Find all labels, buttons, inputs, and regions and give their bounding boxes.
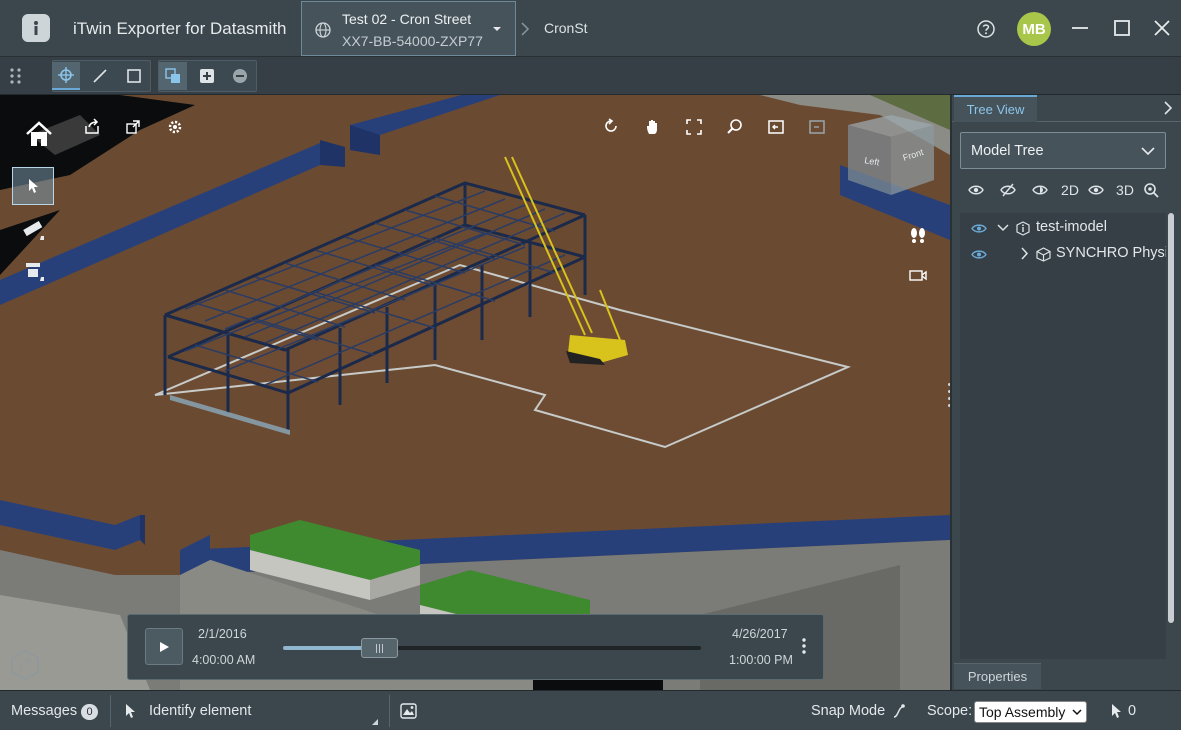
panel-tabs: Tree View — [952, 95, 1181, 122]
tree-node-label: SYNCHRO Physical — [1056, 245, 1166, 261]
snap-mode-label[interactable]: Snap Mode — [811, 703, 885, 719]
corner-resize-icon — [372, 719, 378, 725]
pan-hand-icon[interactable] — [640, 114, 666, 140]
snap-mode-icon[interactable] — [892, 703, 906, 719]
model-tree: test-imodel SYNCHRO Physical — [960, 213, 1166, 659]
timeline-track[interactable] — [283, 638, 701, 658]
more-options-icon[interactable] — [800, 636, 808, 656]
view-attributes-icon[interactable] — [400, 703, 417, 719]
hide-all-icon[interactable] — [998, 180, 1018, 200]
itwin-logo-icon — [22, 14, 50, 42]
tree-node-label: test-imodel — [1036, 219, 1107, 235]
view-3d-toggle[interactable]: 3D — [1113, 180, 1137, 200]
search-eye-icon[interactable] — [1141, 180, 1161, 200]
svg-text:i: i — [20, 662, 22, 674]
project-selector[interactable]: Test 02 - Cron Street XX7-BB-54000-ZXP77 — [301, 1, 516, 56]
timeline-end-time: 1:00:00 PM — [729, 653, 793, 667]
project-name: Test 02 - Cron Street — [342, 11, 472, 27]
play-icon — [160, 641, 169, 652]
measure-tool-icon[interactable] — [20, 216, 46, 242]
view-back-icon[interactable] — [763, 114, 789, 140]
camera-icon[interactable] — [905, 262, 931, 288]
scope-value: Top Assembly — [979, 704, 1066, 720]
imodel-icon — [1016, 221, 1030, 236]
chevron-right-icon — [520, 22, 530, 36]
timeline-scrubber[interactable] — [361, 638, 399, 658]
breadcrumb-imodel[interactable]: CronSt — [544, 20, 588, 36]
timeline-start-time: 4:00:00 AM — [192, 653, 256, 667]
app-title: iTwin Exporter for Datasmith — [73, 19, 287, 38]
itwinjs-logo-icon: i js — [8, 648, 42, 682]
timeline-end-date: 4/26/2017 — [732, 627, 788, 641]
visibility-toolbar: 2D 3D — [960, 179, 1166, 201]
project-number: XX7-BB-54000-ZXP77 — [342, 33, 483, 49]
user-avatar[interactable]: MB — [1017, 12, 1051, 46]
add-selection-icon[interactable] — [193, 62, 221, 90]
remove-selection-icon[interactable] — [226, 62, 254, 90]
help-icon[interactable] — [976, 19, 996, 39]
view-2d-toggle[interactable]: 2D — [1058, 180, 1082, 200]
chevron-down-icon — [1141, 146, 1155, 156]
title-bar: iTwin Exporter for Datasmith Test 02 - C… — [0, 0, 1181, 57]
home-icon[interactable] — [24, 119, 54, 149]
chevron-down-icon — [1072, 708, 1082, 716]
tab-properties[interactable]: Properties — [954, 663, 1041, 689]
view-cube[interactable]: Left Front — [846, 115, 936, 195]
view-forward-icon[interactable] — [804, 114, 830, 140]
main-toolbar — [0, 57, 1181, 95]
right-panel: Tree View Model Tree 2D 3D test-imodel S… — [950, 95, 1181, 690]
invert-visibility-icon[interactable] — [1030, 180, 1050, 200]
section-tool-icon[interactable] — [20, 257, 46, 283]
caret-down-icon — [492, 24, 502, 34]
tree-node-child[interactable]: SYNCHRO Physical — [960, 241, 1166, 267]
close-icon[interactable] — [1152, 18, 1172, 38]
tree-type-value: Model Tree — [971, 143, 1044, 159]
show-all-icon[interactable] — [966, 180, 986, 200]
fit-view-icon[interactable] — [120, 114, 146, 140]
drag-handle-icon[interactable] — [2, 62, 30, 90]
chevron-right-icon[interactable] — [1020, 247, 1029, 260]
select-elements-icon[interactable] — [159, 62, 187, 90]
select-tool-button[interactable] — [12, 167, 54, 205]
eye-icon[interactable] — [1086, 180, 1106, 200]
tool-prompt: Identify element — [149, 703, 252, 719]
tree-node-root[interactable]: test-imodel — [960, 215, 1166, 241]
walk-footprints-icon[interactable] — [905, 222, 931, 248]
messages-count-badge: 0 — [81, 704, 98, 720]
maximize-icon[interactable] — [1112, 18, 1132, 38]
scope-select[interactable]: Top Assembly — [974, 701, 1087, 723]
rectangle-tool-icon[interactable] — [120, 62, 148, 90]
svg-text:js: js — [25, 656, 32, 665]
globe-icon — [314, 21, 332, 39]
line-tool-icon[interactable] — [86, 62, 114, 90]
tab-tree-view[interactable]: Tree View — [954, 95, 1037, 122]
visibility-eye-icon[interactable] — [971, 249, 987, 260]
status-bar: Messages 0 Identify element Snap Mode Sc… — [0, 690, 1181, 730]
physical-model-icon — [1036, 247, 1051, 262]
rotate-icon[interactable] — [598, 114, 624, 140]
zoom-window-icon[interactable] — [722, 114, 748, 140]
messages-label[interactable]: Messages — [11, 703, 77, 719]
cursor-arrow-icon — [124, 703, 136, 719]
selection-arrow-icon — [1110, 703, 1122, 719]
snap-point-icon[interactable] — [52, 62, 80, 90]
chevron-right-icon[interactable] — [1162, 101, 1174, 115]
chevron-down-icon[interactable] — [997, 223, 1009, 232]
minimize-icon[interactable] — [1070, 18, 1090, 38]
share-icon[interactable] — [79, 114, 105, 140]
play-button[interactable] — [145, 628, 183, 665]
3d-viewport[interactable]: Left Front i js 2/1/2016 4:00:00 AM 4/26/… — [0, 95, 950, 690]
construction-site-scene — [0, 95, 950, 690]
timeline-player: 2/1/2016 4:00:00 AM 4/26/2017 1:00:00 PM — [127, 614, 824, 680]
fullscreen-icon[interactable] — [681, 114, 707, 140]
divider — [110, 695, 111, 727]
divider — [389, 695, 390, 727]
settings-icon[interactable] — [162, 114, 188, 140]
timeline-start-date: 2/1/2016 — [198, 627, 247, 641]
tree-type-select[interactable]: Model Tree — [960, 132, 1166, 169]
visibility-eye-icon[interactable] — [971, 223, 987, 234]
scope-label: Scope: — [927, 703, 973, 719]
tree-scrollbar[interactable] — [1168, 213, 1174, 623]
selection-count: 0 — [1128, 703, 1137, 719]
